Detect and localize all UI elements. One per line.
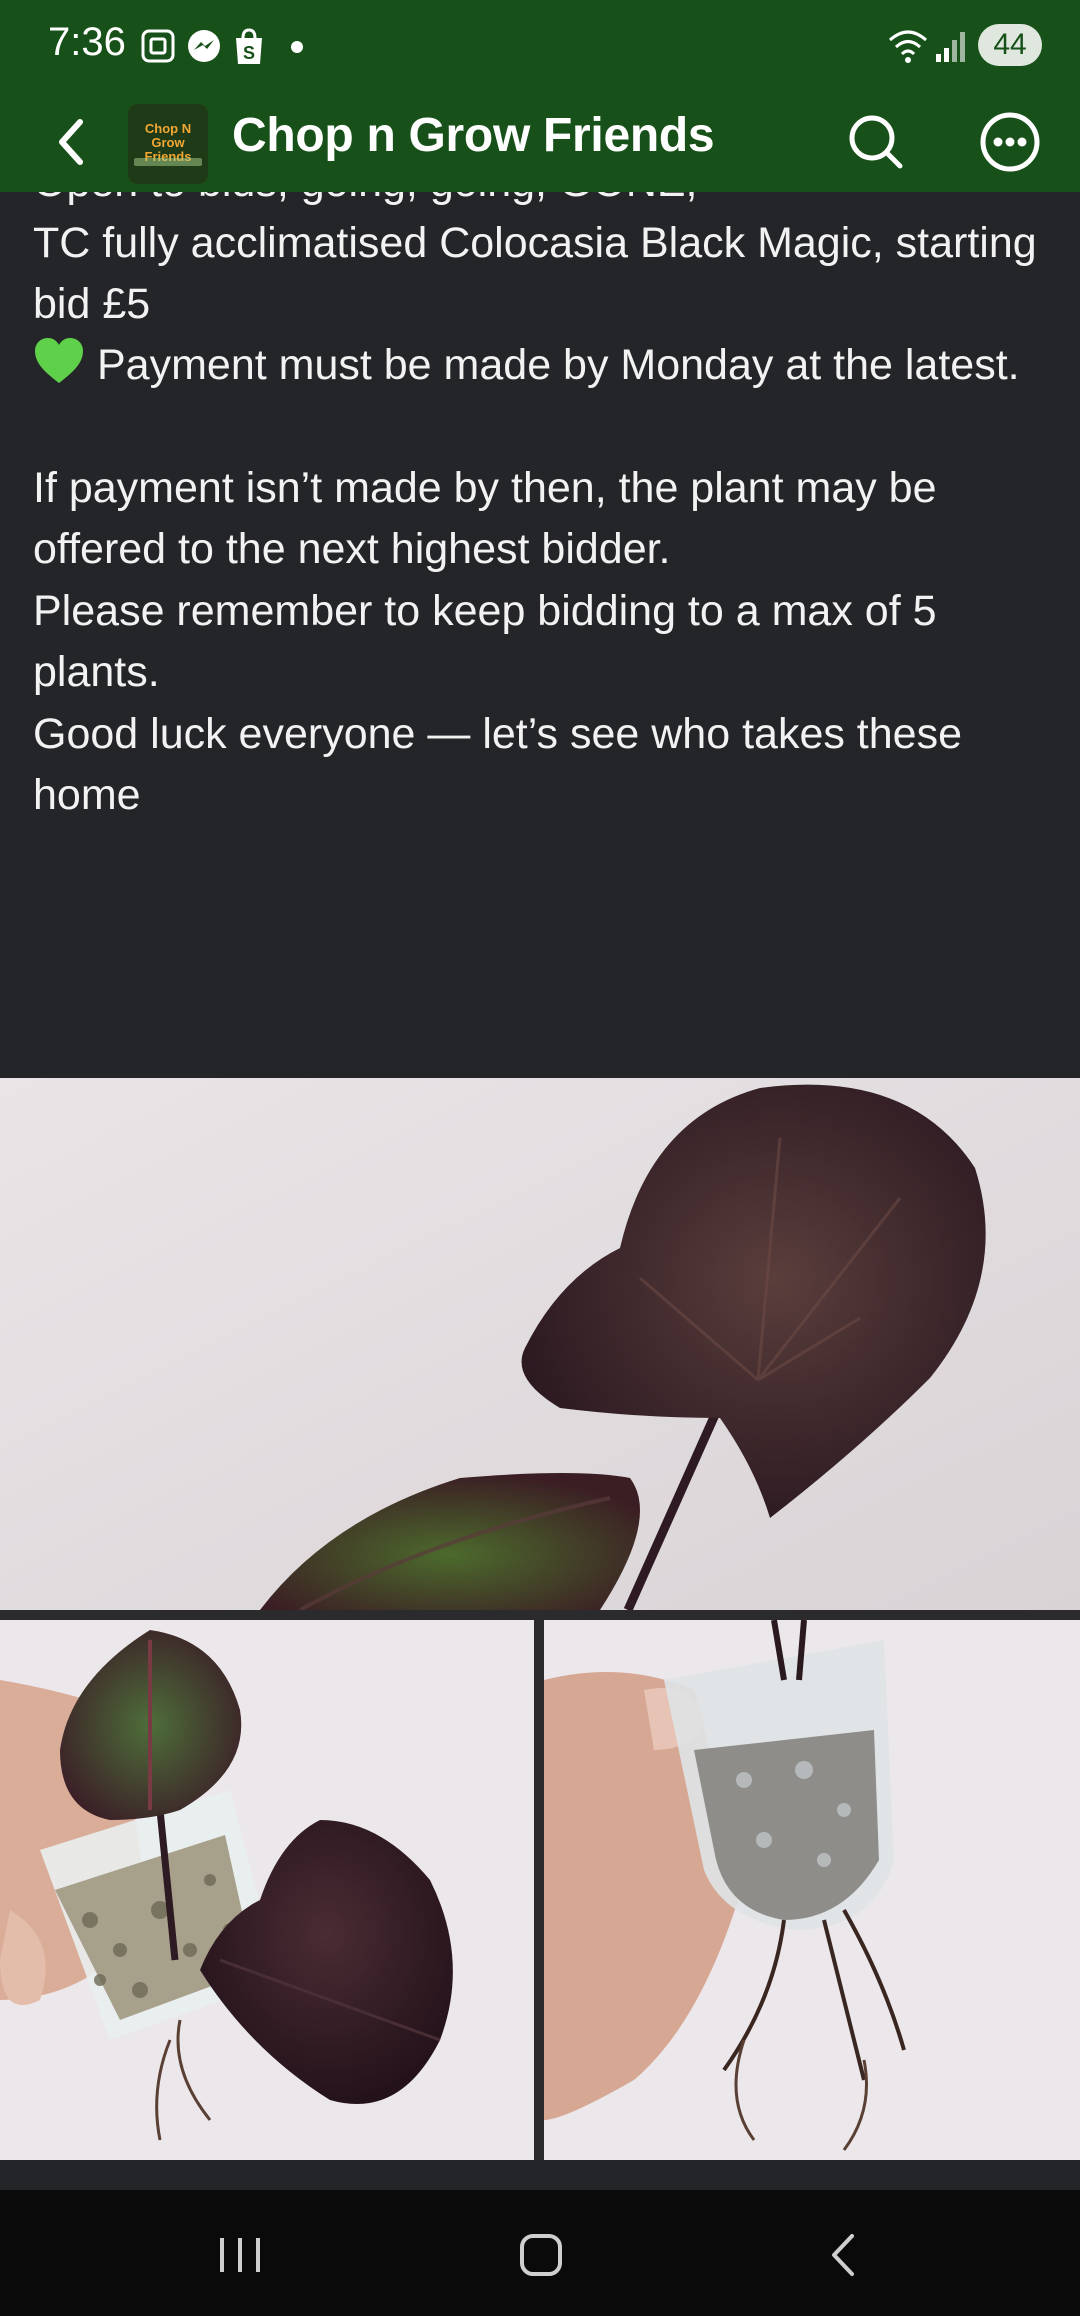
- battery-indicator: 44: [978, 24, 1042, 66]
- post-text-max-plants: Please remember to keep bidding to a max…: [33, 587, 937, 696]
- notification-dot-icon: [291, 41, 303, 53]
- photo-bottom-left[interactable]: [0, 1620, 534, 2160]
- screenshot-icon: [141, 29, 175, 63]
- status-time: 7:36: [48, 20, 126, 64]
- status-bar: 7:36 S 44: [0, 0, 1080, 92]
- svg-text:S: S: [243, 43, 255, 63]
- chevron-left-icon[interactable]: [36, 106, 106, 178]
- photo-main[interactable]: [0, 1078, 1080, 1610]
- group-avatar[interactable]: Chop N Grow Friends: [128, 104, 208, 184]
- back-icon[interactable]: [800, 2220, 890, 2290]
- home-icon[interactable]: [496, 2220, 586, 2290]
- post-text-line-item: TC fully acclimatised Colocasia Black Ma…: [33, 219, 1037, 328]
- post-text-next-bidder: If payment isn’t made by then, the plant…: [33, 464, 937, 573]
- group-logo-decoration: [134, 158, 202, 166]
- post-text-cut: Open to bids, going, going, GONE,: [33, 192, 1053, 213]
- app-bar: Chop N Grow Friends Chop n Grow Friends: [0, 92, 1080, 192]
- system-nav-bar: [0, 2190, 1080, 2316]
- green-heart-emoji: [35, 338, 83, 383]
- post-text-payment: Payment must be made by Monday at the la…: [33, 335, 1053, 396]
- more-options-icon[interactable]: [972, 104, 1048, 180]
- search-icon[interactable]: [838, 104, 914, 180]
- wifi-icon: [889, 30, 927, 63]
- group-title[interactable]: Chop n Grow Friends: [232, 108, 715, 163]
- colocasia-leaf-photo: [0, 1078, 1080, 1610]
- payment-text: Payment must be made by Monday at the la…: [97, 341, 1020, 389]
- post-body: Open to bids, going, going, GONE, TC ful…: [0, 192, 1080, 1078]
- shopping-bag-icon: S: [236, 28, 262, 64]
- post-text-good-luck: Good luck everyone — let’s see who takes…: [33, 710, 962, 819]
- photo-bottom-right[interactable]: [544, 1620, 1080, 2160]
- signal-icon: [936, 32, 965, 62]
- recents-icon[interactable]: [195, 2220, 285, 2290]
- plant-in-hand-photo: [0, 1620, 534, 2160]
- messenger-icon: [188, 30, 220, 62]
- roots-in-pot-photo: [544, 1620, 1080, 2160]
